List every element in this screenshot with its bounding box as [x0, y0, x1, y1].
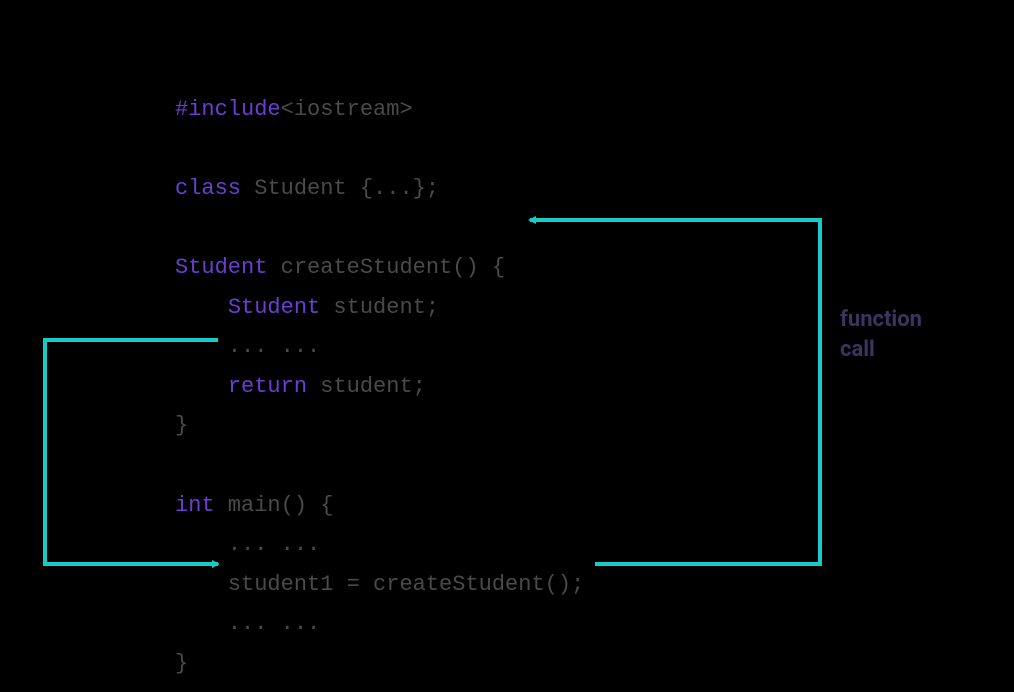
tok-dots-1: ... ...	[228, 334, 320, 359]
annotation-line-1: function	[840, 307, 922, 332]
line-10: student1 = createStudent();	[175, 572, 584, 597]
tok-dots-3: ... ...	[228, 611, 320, 636]
tok-func-name: createStudent()	[267, 255, 491, 280]
line-7: }	[175, 413, 188, 438]
line-1: #include<iostream>	[175, 97, 413, 122]
line-11: ... ...	[175, 611, 320, 636]
tok-open-brace: {	[492, 255, 505, 280]
tok-local-name: student;	[320, 295, 439, 320]
tok-return-kw: return	[228, 374, 307, 399]
tok-main-name: main()	[215, 493, 321, 518]
line-2: class Student {...};	[175, 176, 439, 201]
tok-close-brace-2: }	[175, 651, 188, 676]
line-4: Student student;	[175, 295, 439, 320]
tok-dots-2: ... ...	[228, 532, 320, 557]
tok-class-rest: {...};	[360, 176, 439, 201]
annotation-line-2: call	[840, 337, 875, 362]
line-6: return student;	[175, 374, 426, 399]
line-5: ... ...	[175, 334, 320, 359]
line-3: Student createStudent() {	[175, 255, 505, 280]
tok-return-val: student;	[307, 374, 426, 399]
annotation-function-call: function call	[840, 305, 922, 364]
line-9: ... ...	[175, 532, 320, 557]
code-block: #include<iostream> class Student {...}; …	[175, 50, 584, 684]
tok-local-type: Student	[228, 295, 320, 320]
tok-iostream: <iostream>	[281, 97, 413, 122]
tok-close-brace-1: }	[175, 413, 188, 438]
tok-int-kw: int	[175, 493, 215, 518]
line-12: }	[175, 651, 188, 676]
tok-include: #include	[175, 97, 281, 122]
tok-class-name: Student	[241, 176, 360, 201]
tok-call-stmt: student1 = createStudent();	[228, 572, 584, 597]
line-8: int main() {	[175, 493, 333, 518]
tok-open-brace-2: {	[320, 493, 333, 518]
tok-ret-type: Student	[175, 255, 267, 280]
tok-class-kw: class	[175, 176, 241, 201]
